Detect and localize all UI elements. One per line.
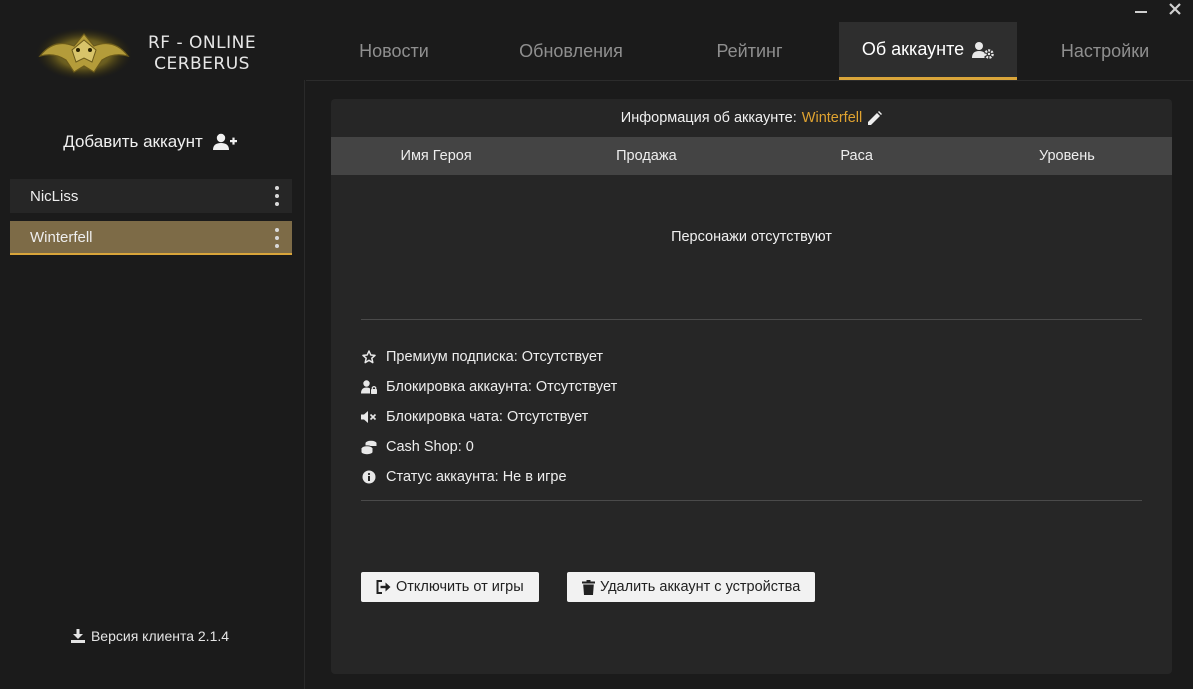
account-name: NicLiss bbox=[30, 187, 79, 205]
tab-updates[interactable]: Обновления bbox=[482, 22, 660, 80]
column-race: Раса bbox=[840, 148, 873, 164]
volume-mute-icon bbox=[361, 409, 377, 425]
close-icon[interactable] bbox=[1167, 1, 1183, 17]
account-status-list: Премиум подписка: Отсутствует Блокировка… bbox=[361, 342, 617, 492]
disconnect-button[interactable]: Отключить от игры bbox=[361, 572, 539, 602]
app-logo: RF - ONLINE CERBERUS bbox=[34, 24, 274, 84]
column-level: Уровень bbox=[1038, 148, 1095, 164]
logo-line-1: RF - ONLINE bbox=[148, 33, 257, 53]
sidebar: Добавить аккаунт NicLiss Winterfell Верс… bbox=[0, 80, 305, 689]
add-account-label: Добавить аккаунт bbox=[63, 132, 203, 151]
logo-line-2: CERBERUS bbox=[154, 54, 250, 74]
account-info-panel: Информация об аккаунте: Winterfell Имя Г… bbox=[331, 99, 1172, 674]
trash-icon bbox=[582, 579, 595, 595]
tab-rating[interactable]: Рейтинг bbox=[660, 22, 839, 80]
top-nav: Новости Обновления Рейтинг Об аккаунте Н… bbox=[306, 22, 1193, 80]
panel-title: Информация об аккаунте: Winterfell bbox=[331, 99, 1172, 137]
nav-divider bbox=[306, 80, 1193, 81]
info-cash-shop-text: Cash Shop: 0 bbox=[386, 439, 474, 455]
minimize-icon[interactable] bbox=[1133, 1, 1149, 17]
characters-table-header: Имя Героя Продажа Раса Уровень bbox=[331, 137, 1172, 175]
version-label: Версия клиента 2.1.4 bbox=[90, 628, 230, 644]
column-hero-name: Имя Героя bbox=[400, 148, 472, 164]
account-item-active[interactable]: Winterfell bbox=[10, 221, 292, 255]
tab-rating-label: Рейтинг bbox=[716, 40, 783, 61]
panel-account-name: Winterfell bbox=[801, 110, 863, 126]
tab-news-label: Новости bbox=[359, 40, 429, 61]
account-name: Winterfell bbox=[30, 228, 93, 246]
info-chat-ban: Блокировка чата: Отсутствует bbox=[361, 402, 617, 432]
divider bbox=[361, 319, 1142, 320]
user-gear-icon bbox=[972, 41, 994, 59]
disconnect-label: Отключить от игры bbox=[396, 579, 524, 595]
client-version: Версия клиента 2.1.4 bbox=[0, 628, 300, 644]
user-lock-icon bbox=[361, 379, 377, 395]
info-account-status-text: Статус аккаунта: Не в игре bbox=[386, 469, 567, 485]
tab-updates-label: Обновления bbox=[519, 40, 623, 61]
empty-characters-message: Персонажи отсутствуют bbox=[671, 229, 832, 245]
more-vertical-icon[interactable] bbox=[272, 228, 282, 248]
user-plus-icon bbox=[212, 133, 237, 151]
info-icon bbox=[361, 469, 377, 485]
delete-account-button[interactable]: Удалить аккаунт с устройства bbox=[567, 572, 816, 602]
info-premium: Премиум подписка: Отсутствует bbox=[361, 342, 617, 372]
divider bbox=[361, 500, 1142, 501]
panel-title-prefix: Информация об аккаунте: bbox=[620, 110, 797, 126]
add-account-button[interactable]: Добавить аккаунт bbox=[0, 132, 300, 152]
coins-icon bbox=[361, 439, 377, 455]
account-item[interactable]: NicLiss bbox=[10, 179, 292, 213]
tab-news[interactable]: Новости bbox=[306, 22, 482, 80]
more-vertical-icon[interactable] bbox=[272, 186, 282, 206]
window-controls bbox=[1133, 0, 1183, 18]
tab-settings-label: Настройки bbox=[1060, 40, 1150, 61]
star-icon bbox=[361, 349, 377, 365]
tab-settings[interactable]: Настройки bbox=[1017, 22, 1193, 80]
logo-text: RF - ONLINE CERBERUS bbox=[148, 33, 256, 75]
info-account-ban-text: Блокировка аккаунта: Отсутствует bbox=[386, 379, 618, 395]
info-chat-ban-text: Блокировка чата: Отсутствует bbox=[386, 409, 589, 425]
delete-account-label: Удалить аккаунт с устройства bbox=[600, 579, 801, 595]
tab-account-label: Об аккаунте bbox=[861, 39, 965, 59]
pencil-icon[interactable] bbox=[867, 110, 883, 126]
info-cash-shop: Cash Shop: 0 bbox=[361, 432, 617, 462]
download-icon bbox=[70, 629, 85, 643]
sign-out-icon bbox=[376, 580, 391, 594]
info-account-status: Статус аккаунта: Не в игре bbox=[361, 462, 617, 492]
info-account-ban: Блокировка аккаунта: Отсутствует bbox=[361, 372, 617, 402]
column-sale: Продажа bbox=[616, 148, 677, 164]
info-premium-text: Премиум подписка: Отсутствует bbox=[386, 349, 604, 365]
tab-account[interactable]: Об аккаунте bbox=[839, 22, 1017, 80]
cerberus-emblem-icon bbox=[36, 28, 132, 80]
